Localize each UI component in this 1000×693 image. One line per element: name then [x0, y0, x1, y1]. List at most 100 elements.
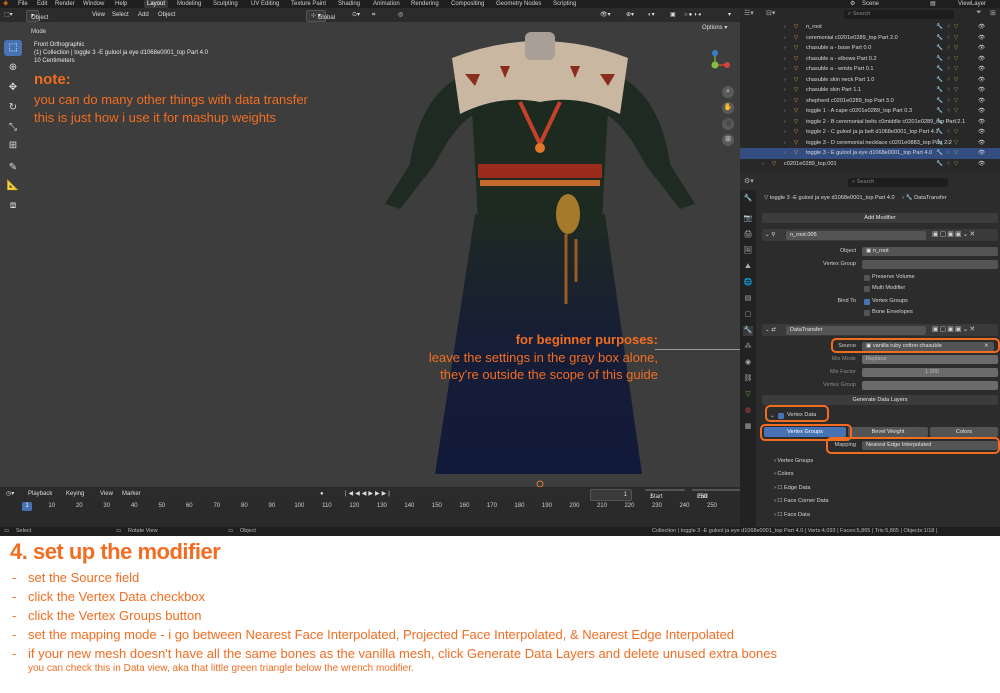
- view-layer-tab-icon[interactable]: 🖼: [743, 246, 753, 256]
- navigation-gizmo[interactable]: [700, 50, 730, 80]
- visibility-eye-icon[interactable]: 👁: [978, 33, 985, 44]
- visibility-eye-icon[interactable]: 👁: [978, 75, 985, 86]
- outliner-row[interactable]: › ▽ toggle 3 - E gulool ja eye d1068e0001_…: [740, 148, 1000, 159]
- datatransfer-name-field[interactable]: DataTransfer: [786, 326, 926, 335]
- menu-help[interactable]: Help: [115, 0, 127, 8]
- tab-geometry-nodes[interactable]: Geometry Nodes: [493, 0, 544, 8]
- transform-orientation-dropdown[interactable]: ⊹ Global ▾: [306, 10, 335, 22]
- expand-arrow-icon[interactable]: ›: [784, 75, 786, 86]
- visibility-eye-icon[interactable]: 👁: [978, 43, 985, 54]
- viewport-menu-add[interactable]: Add: [138, 8, 149, 22]
- edge-data-panel[interactable]: › ☐ Edge Data: [774, 484, 810, 493]
- outliner-search-input[interactable]: ⌕ Search: [844, 10, 954, 19]
- outliner-row[interactable]: › ▽ toggle 3 - D ceremonial necklace c0201…: [740, 138, 1000, 149]
- timeline-menu-keying[interactable]: Keying: [66, 487, 84, 501]
- expand-arrow-icon[interactable]: ›: [784, 54, 786, 65]
- add-modifier-button[interactable]: Add Modifier: [762, 213, 998, 223]
- transform-tool-icon[interactable]: ⊞: [4, 138, 22, 154]
- measure-tool-icon[interactable]: 📐: [4, 178, 22, 194]
- bevel-weight-button[interactable]: Bevel Weight: [848, 427, 928, 437]
- constraints-tab-icon[interactable]: ⛓: [743, 374, 753, 384]
- timeline-track[interactable]: 1102030405060708090100110120130140150160…: [0, 501, 740, 527]
- expand-arrow-icon[interactable]: ›: [784, 43, 786, 54]
- outliner-row[interactable]: › ▽ n_root 🔧 ⁘ ▽ 👁: [740, 22, 1000, 33]
- outliner-row[interactable]: › ▽ c0201e0289_top.001 🔧 ⁘ ▽ 👁: [740, 159, 1000, 170]
- move-tool-icon[interactable]: ✥: [4, 80, 22, 96]
- add-cube-tool-icon[interactable]: ⧈: [4, 198, 22, 214]
- expand-arrow-icon[interactable]: ›: [784, 96, 786, 107]
- visibility-eye-icon[interactable]: 👁: [978, 117, 985, 128]
- properties-editor-icon[interactable]: ⚙▾: [744, 177, 754, 185]
- timeline-menu-playback[interactable]: Playback: [28, 487, 52, 501]
- particles-tab-icon[interactable]: ⁂: [743, 342, 753, 352]
- zoom-icon[interactable]: ⌕: [722, 86, 734, 98]
- tab-sculpting[interactable]: Sculpting: [210, 0, 241, 8]
- visibility-eye-icon[interactable]: 👁: [978, 148, 985, 159]
- tab-texture-paint[interactable]: Texture Paint: [288, 0, 329, 8]
- outliner-row[interactable]: › ▽ toggle 1 - A cape c0201e0289_top Part …: [740, 106, 1000, 117]
- view-layer-icon[interactable]: ▤: [930, 0, 936, 8]
- expand-arrow-icon[interactable]: ›: [784, 127, 786, 138]
- expand-arrow-icon[interactable]: ›: [784, 117, 786, 128]
- scene-selector[interactable]: Scene: [862, 0, 879, 8]
- object-mode-dropdown[interactable]: Object Mode ▾: [26, 10, 48, 35]
- tab-scripting[interactable]: Scripting: [550, 0, 579, 8]
- menu-render[interactable]: Render: [55, 0, 75, 8]
- tab-rendering[interactable]: Rendering: [408, 0, 442, 8]
- dt-vertex-group-field[interactable]: [862, 381, 998, 390]
- armature-vertex-group-field[interactable]: [862, 260, 998, 269]
- data-triangle-tab-icon[interactable]: ▽: [743, 390, 753, 400]
- viewport-menu-object[interactable]: Object: [158, 8, 175, 22]
- tab-animation[interactable]: Animation: [370, 0, 403, 8]
- blender-logo-icon[interactable]: ◈: [3, 0, 8, 8]
- render-tab-icon[interactable]: 📷: [743, 214, 753, 224]
- face-data-panel[interactable]: › ☐ Face Data: [774, 511, 810, 520]
- filter-icon[interactable]: ⏷: [976, 9, 982, 17]
- object-tab-icon[interactable]: ▢: [743, 310, 753, 320]
- expand-arrow-icon[interactable]: ›: [784, 85, 786, 96]
- gizmo-z-icon[interactable]: [712, 50, 718, 56]
- dress-model[interactable]: [380, 14, 700, 489]
- expand-arrow-icon[interactable]: ›: [784, 33, 786, 44]
- outliner-row[interactable]: › ▽ shepherd c0201e0289_top Part 3.0 🔧 ⁘ ▽ 👁: [740, 96, 1000, 107]
- expand-arrow-icon[interactable]: ›: [784, 148, 786, 159]
- current-frame-field[interactable]: 1: [590, 489, 632, 501]
- collection-tab-icon[interactable]: ▤: [743, 294, 753, 304]
- scene-tab-icon[interactable]: ⛰: [743, 262, 753, 272]
- playback-controls-icon[interactable]: |◀◀◀▶▶▶|: [345, 487, 392, 501]
- editor-type-icon[interactable]: ⬚▾: [4, 8, 13, 22]
- modifier-visibility-icons[interactable]: ▣▢▣▣⌄✕: [932, 230, 976, 238]
- outliner-row[interactable]: › ▽ chasuble a - base Part 0.0 🔧 ⁘ ▽ 👁: [740, 43, 1000, 54]
- tab-modeling[interactable]: Modeling: [174, 0, 204, 8]
- camera-icon[interactable]: 🎥: [722, 118, 734, 130]
- visibility-eye-icon[interactable]: 👁: [978, 22, 985, 33]
- armature-object-field[interactable]: ▣ n_root: [862, 247, 998, 256]
- armature-collapse-icon[interactable]: ⌄ ⚲: [765, 231, 775, 240]
- properties-search-input[interactable]: ⌕ Search: [848, 178, 948, 187]
- bind-bone-envelopes-checkbox[interactable]: [864, 310, 870, 316]
- visibility-eye-icon[interactable]: 👁: [978, 96, 985, 107]
- scale-tool-icon[interactable]: ⤡: [4, 120, 22, 136]
- gizmo-x-icon[interactable]: [724, 62, 730, 68]
- outliner-row[interactable]: › ▽ chasuble a - wrists Part 0.1 🔧 ⁘ ▽ 👁: [740, 64, 1000, 75]
- visibility-eye-icon[interactable]: 👁: [978, 85, 985, 96]
- menu-file[interactable]: File: [18, 0, 28, 8]
- tab-compositing[interactable]: Compositing: [448, 0, 487, 8]
- snap-icon[interactable]: ⌗: [372, 8, 375, 22]
- shading-dropdown-icon[interactable]: ▾: [728, 8, 731, 22]
- outliner-editor-icon[interactable]: ☰▾: [744, 9, 754, 17]
- pivot-icon[interactable]: ⊙▾: [352, 8, 360, 22]
- viewport-menu-view[interactable]: View: [92, 8, 105, 22]
- material-tab-icon[interactable]: ◍: [743, 406, 753, 416]
- multi-modifier-checkbox[interactable]: [864, 286, 870, 292]
- sub-colors-panel[interactable]: › Colors: [774, 470, 794, 479]
- timeline-menu-marker[interactable]: Marker: [122, 487, 141, 501]
- mix-factor-slider[interactable]: 1.000: [862, 368, 998, 377]
- datatransfer-visibility-icons[interactable]: ▣▢▣▣⌄✕: [932, 325, 976, 333]
- start-frame-field[interactable]: Start 1: [645, 489, 685, 500]
- annotate-tool-icon[interactable]: ✎: [4, 160, 22, 176]
- visibility-eye-icon[interactable]: 👁: [978, 106, 985, 117]
- options-dropdown[interactable]: Options ▾: [702, 24, 727, 31]
- datatransfer-collapse-icon[interactable]: ⌄ ⇄: [765, 326, 776, 335]
- bind-vertex-groups-checkbox[interactable]: [864, 299, 870, 305]
